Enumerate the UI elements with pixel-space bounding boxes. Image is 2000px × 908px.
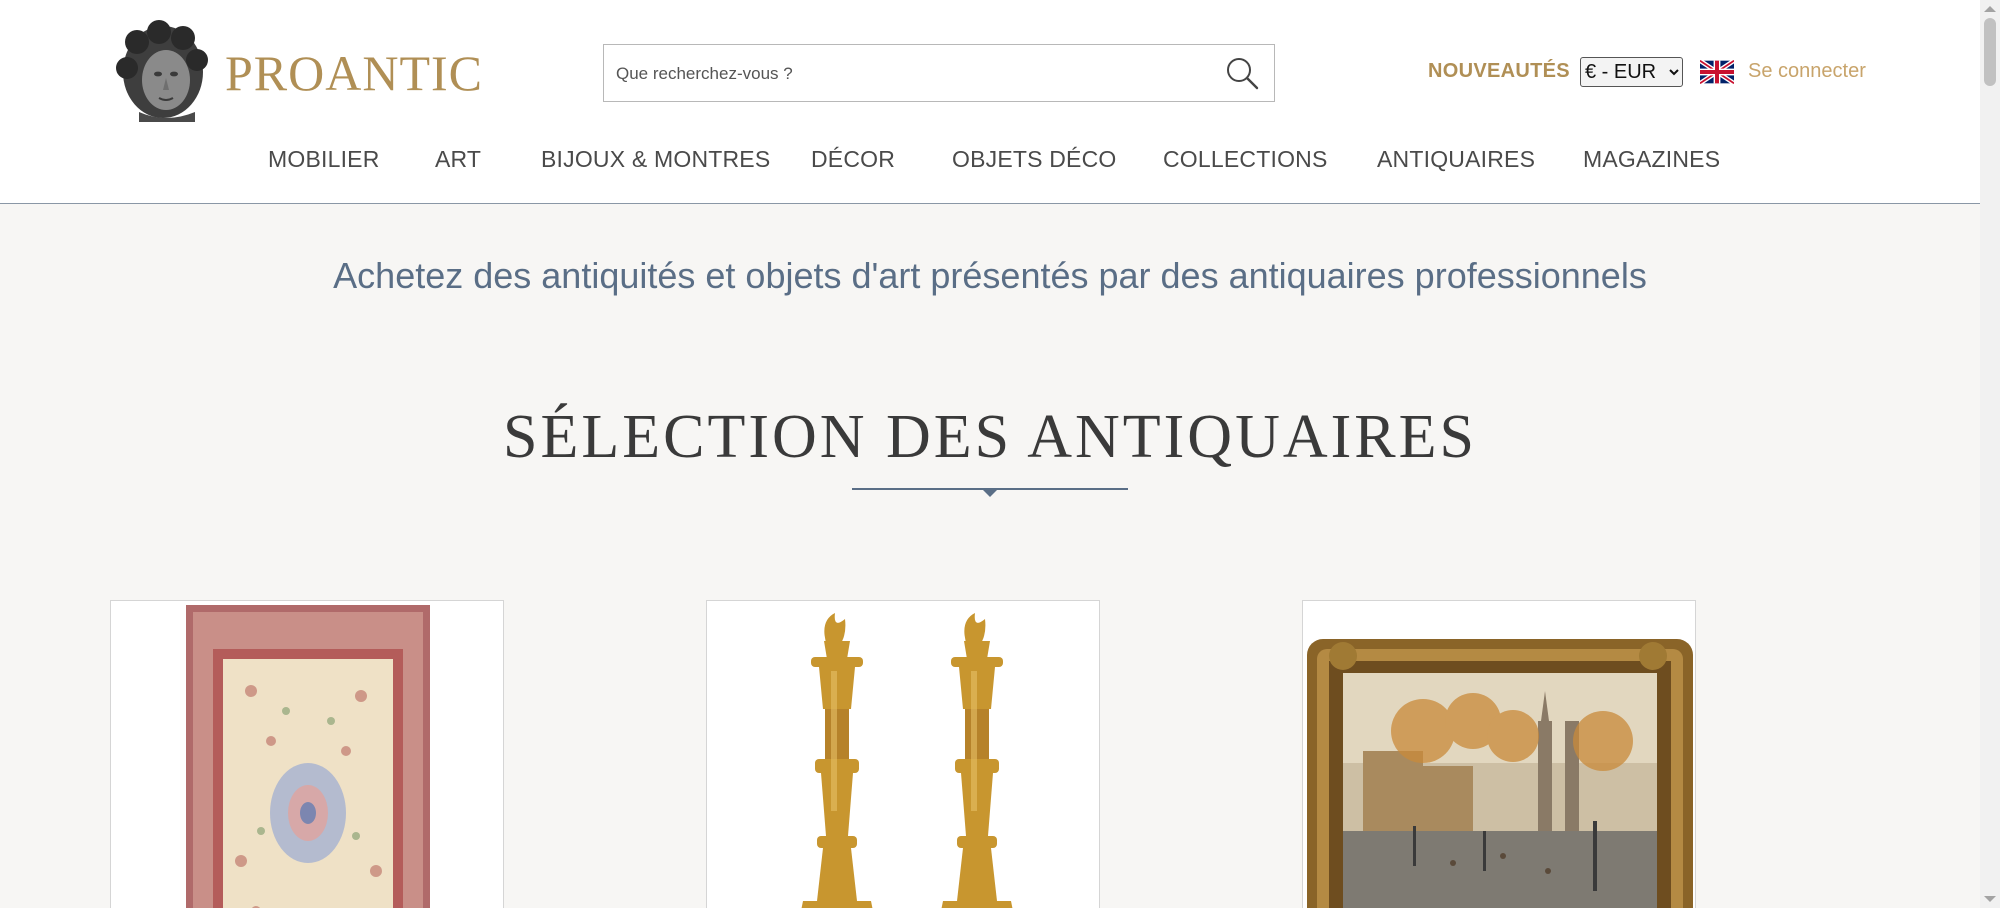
search-box <box>603 44 1275 103</box>
currency-select[interactable]: € - EUR <box>1580 57 1683 87</box>
scrollbar-thumb[interactable] <box>1984 18 1996 86</box>
nav-item-objets-deco[interactable]: OBJETS DÉCO <box>952 146 1117 173</box>
nav-item-mobilier[interactable]: MOBILIER <box>268 146 380 173</box>
uk-flag-icon[interactable] <box>1700 60 1734 84</box>
persian-rug-image <box>111 601 503 908</box>
scroll-down-arrow-icon[interactable] <box>1984 896 1996 902</box>
nouveautes-link[interactable]: NOUVEAUTÉS <box>1428 60 1570 83</box>
nav-item-antiquaires[interactable]: ANTIQUAIRES <box>1377 146 1535 173</box>
gilt-bronze-candlesticks-image <box>707 601 1099 908</box>
product-card-3[interactable] <box>1302 600 1696 908</box>
scroll-up-arrow-icon[interactable] <box>1984 6 1996 12</box>
search-input[interactable] <box>614 45 1208 103</box>
logo-text[interactable]: PROANTIC <box>225 44 483 102</box>
section-title: SÉLECTION DES ANTIQUAIRES <box>503 403 1477 471</box>
product-card-2[interactable] <box>706 600 1100 908</box>
nav-item-decor[interactable]: DÉCOR <box>811 146 895 173</box>
framed-paris-painting-image <box>1303 601 1695 908</box>
search-icon[interactable] <box>1224 55 1260 91</box>
page-scrollbar[interactable] <box>1980 0 2000 908</box>
nav-item-collections[interactable]: COLLECTIONS <box>1163 146 1328 173</box>
main-nav: MOBILIER ART BIJOUX & MONTRES DÉCOR OBJE… <box>0 146 1980 182</box>
nav-item-magazines[interactable]: MAGAZINES <box>1583 146 1720 173</box>
logo-bust-icon[interactable] <box>111 20 211 122</box>
page-viewport: PROANTIC NOUVEAUTÉS € - EUR Se connecter… <box>0 0 1980 908</box>
nav-item-bijoux-montres[interactable]: BIJOUX & MONTRES <box>541 146 770 173</box>
page-tagline: Achetez des antiquités et objets d'art p… <box>333 255 1647 296</box>
nav-item-art[interactable]: ART <box>435 146 481 173</box>
section-divider <box>852 488 1128 497</box>
site-header: PROANTIC NOUVEAUTÉS € - EUR Se connecter… <box>0 0 1980 204</box>
login-link[interactable]: Se connecter <box>1748 60 1866 83</box>
product-card-1[interactable] <box>110 600 504 908</box>
